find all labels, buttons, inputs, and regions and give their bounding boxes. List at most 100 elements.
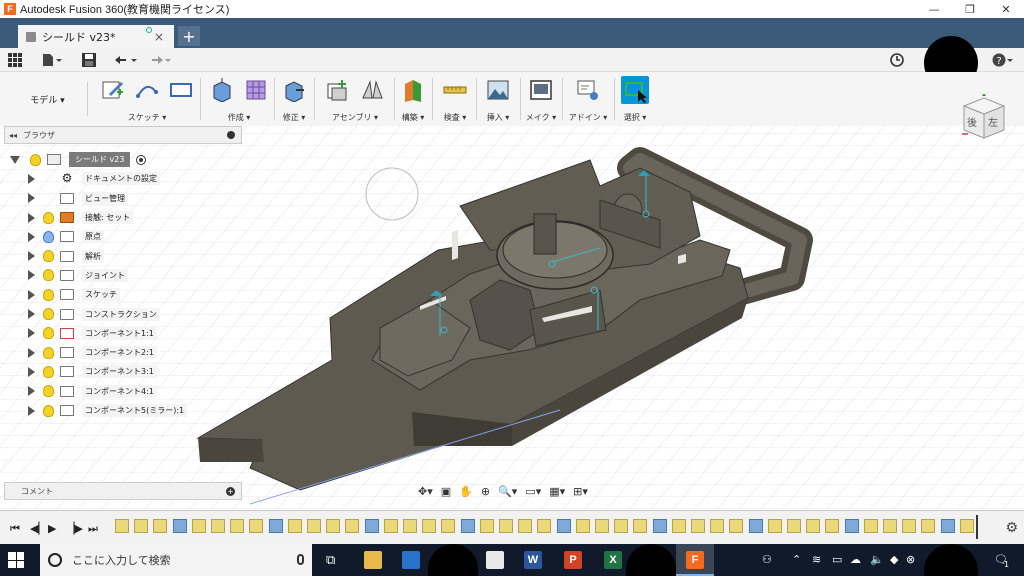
expand-toggle-icon[interactable] bbox=[28, 289, 35, 300]
timeline-feature-icon[interactable] bbox=[249, 519, 264, 533]
expand-toggle-icon[interactable] bbox=[28, 405, 35, 416]
timeline-first-icon[interactable]: ⏮ bbox=[10, 522, 20, 536]
insert-image-icon[interactable] bbox=[486, 78, 510, 102]
timeline-feature-icon[interactable] bbox=[671, 519, 686, 533]
timeline-feature-icon[interactable] bbox=[499, 519, 513, 533]
comments-panel-header[interactable]: コメント + bbox=[4, 482, 242, 500]
timeline-feature-icon[interactable] bbox=[710, 519, 725, 533]
timeline-feature-icon[interactable] bbox=[806, 519, 821, 533]
visibility-bulb-icon[interactable] bbox=[43, 308, 54, 321]
browser-item-component-4[interactable]: コンポーネント4:1 bbox=[10, 382, 210, 401]
expand-toggle-icon[interactable] bbox=[28, 366, 35, 377]
visibility-bulb-icon[interactable] bbox=[43, 404, 54, 417]
new-tab-button[interactable]: + bbox=[178, 26, 200, 46]
timeline-feature-icon[interactable] bbox=[422, 519, 437, 533]
look-at-icon[interactable]: ▣ bbox=[441, 485, 451, 498]
timeline-feature-icon[interactable] bbox=[825, 519, 840, 533]
visibility-bulb-icon[interactable] bbox=[43, 288, 54, 301]
browser-root-label[interactable]: シールド v23 bbox=[69, 152, 131, 168]
visibility-bulb-icon[interactable] bbox=[43, 269, 54, 282]
visibility-bulb-icon[interactable] bbox=[43, 230, 54, 243]
restore-button[interactable]: ❐ bbox=[952, 0, 988, 18]
browser-item-analysis[interactable]: 解析 bbox=[10, 246, 210, 265]
create-menu-label[interactable]: 作成 ▾ bbox=[204, 112, 274, 123]
browser-panel-header[interactable]: ◂◂ ブラウザ bbox=[4, 126, 242, 144]
new-component-icon[interactable] bbox=[326, 78, 350, 102]
timeline-feature-icon[interactable] bbox=[191, 519, 206, 533]
task-view-icon[interactable]: ⧉ bbox=[326, 553, 335, 568]
timeline-feature-icon[interactable] bbox=[268, 519, 283, 533]
timeline-last-icon[interactable]: ⏭ bbox=[88, 522, 98, 536]
expand-toggle-icon[interactable] bbox=[28, 386, 35, 397]
close-tab-button[interactable]: × bbox=[154, 30, 164, 44]
inspect-menu-label[interactable]: 検査 ▾ bbox=[436, 112, 474, 123]
ribbon-group-inspect[interactable]: 検査 ▾ bbox=[436, 76, 474, 124]
browser-item-sketches[interactable]: スケッチ bbox=[10, 285, 210, 304]
expand-toggle-icon[interactable] bbox=[28, 309, 35, 320]
sketch-menu-label[interactable]: スケッチ ▾ bbox=[96, 112, 198, 123]
visibility-bulb-icon[interactable] bbox=[30, 153, 41, 166]
browser-item-origin[interactable]: 原点 bbox=[10, 227, 210, 246]
windows-start-icon[interactable] bbox=[8, 552, 24, 568]
assemble-menu-label[interactable]: アセンブリ ▾ bbox=[318, 112, 392, 123]
timeline-feature-icon[interactable] bbox=[403, 519, 417, 533]
timeline-feature-icon[interactable] bbox=[537, 519, 552, 533]
3d-print-icon[interactable] bbox=[529, 78, 553, 102]
ribbon-group-create[interactable]: 作成 ▾ bbox=[204, 76, 274, 124]
browser-item-component-2[interactable]: コンポーネント2:1 bbox=[10, 343, 210, 362]
timeline-feature-icon[interactable] bbox=[460, 519, 475, 533]
add-comment-icon[interactable]: + bbox=[226, 486, 235, 496]
activate-radio-icon[interactable] bbox=[136, 154, 147, 165]
make-menu-label[interactable]: メイク ▾ bbox=[522, 112, 560, 123]
timeline-feature-icon[interactable] bbox=[633, 519, 648, 533]
visibility-bulb-icon[interactable] bbox=[43, 327, 54, 340]
timeline-feature-icon[interactable] bbox=[940, 519, 955, 533]
job-status-clock-icon[interactable] bbox=[890, 52, 904, 68]
workspace-switcher[interactable]: モデル ▾ bbox=[8, 82, 88, 116]
browser-item-component-1[interactable]: コンポーネント1:1 bbox=[10, 324, 210, 343]
arc-icon[interactable] bbox=[135, 78, 159, 102]
create-sketch-icon[interactable] bbox=[101, 78, 125, 102]
timeline-feature-icon[interactable] bbox=[863, 519, 878, 533]
select-icon[interactable] bbox=[621, 76, 649, 104]
dropbox-icon[interactable]: ◆ bbox=[890, 553, 898, 566]
expand-toggle-icon[interactable] bbox=[28, 212, 35, 223]
timeline-play-icon[interactable]: ▶ bbox=[48, 522, 56, 535]
browser-item-component-3[interactable]: コンポーネント3:1 bbox=[10, 362, 210, 381]
timeline-feature-icon[interactable] bbox=[556, 519, 571, 533]
timeline-feature-icon[interactable] bbox=[364, 519, 379, 533]
select-menu-label[interactable]: 選択 ▾ bbox=[616, 112, 654, 123]
viewcube-face-back[interactable]: 後 bbox=[967, 114, 977, 129]
timeline-feature-icon[interactable] bbox=[287, 519, 302, 533]
undo-icon[interactable] bbox=[114, 52, 138, 68]
document-tab-shield[interactable]: シールド v23* × bbox=[18, 25, 174, 48]
timeline-marker[interactable] bbox=[976, 515, 978, 539]
microphone-icon[interactable] bbox=[297, 554, 304, 565]
browser-item-document-settings[interactable]: ⚙ ドキュメントの設定 bbox=[10, 169, 210, 188]
zoom-window-icon[interactable]: 🔍▾ bbox=[498, 485, 517, 498]
extrude-icon[interactable] bbox=[210, 78, 234, 102]
construct-menu-label[interactable]: 構築 ▾ bbox=[396, 112, 430, 123]
timeline-feature-icon[interactable] bbox=[518, 519, 533, 533]
timeline-feature-icon[interactable] bbox=[115, 519, 129, 533]
timeline-feature-icon[interactable] bbox=[614, 519, 629, 533]
orbit-icon[interactable]: ✥▾ bbox=[418, 485, 433, 498]
browser-item-component-5-mirror[interactable]: コンポーネント5(ミラー):1 bbox=[10, 401, 210, 420]
timeline-feature-icon[interactable] bbox=[479, 519, 494, 533]
expand-toggle-icon[interactable] bbox=[28, 173, 35, 184]
timeline-feature-icon[interactable] bbox=[787, 519, 801, 533]
viewports-icon[interactable]: ⊞▾ bbox=[573, 485, 588, 498]
timeline-next-icon[interactable]: ▕▶ bbox=[66, 522, 83, 535]
zoom-icon[interactable]: ⊕ bbox=[481, 485, 490, 498]
tray-chevron-icon[interactable]: ⌃ bbox=[792, 553, 801, 566]
ribbon-group-select[interactable]: 選択 ▾ bbox=[616, 76, 654, 124]
timeline-feature-icon[interactable] bbox=[729, 519, 744, 533]
ribbon-group-assemble[interactable]: アセンブリ ▾ bbox=[318, 76, 392, 124]
timeline-feature-strip[interactable] bbox=[115, 519, 985, 537]
browser-item-named-views[interactable]: ビュー管理 bbox=[10, 189, 210, 208]
timeline-feature-icon[interactable] bbox=[153, 519, 168, 533]
rectangle-icon[interactable] bbox=[169, 78, 193, 102]
network-icon[interactable]: ≋ bbox=[812, 553, 821, 566]
battery-icon[interactable]: ▭ bbox=[832, 553, 842, 566]
visibility-bulb-icon[interactable] bbox=[43, 211, 54, 224]
